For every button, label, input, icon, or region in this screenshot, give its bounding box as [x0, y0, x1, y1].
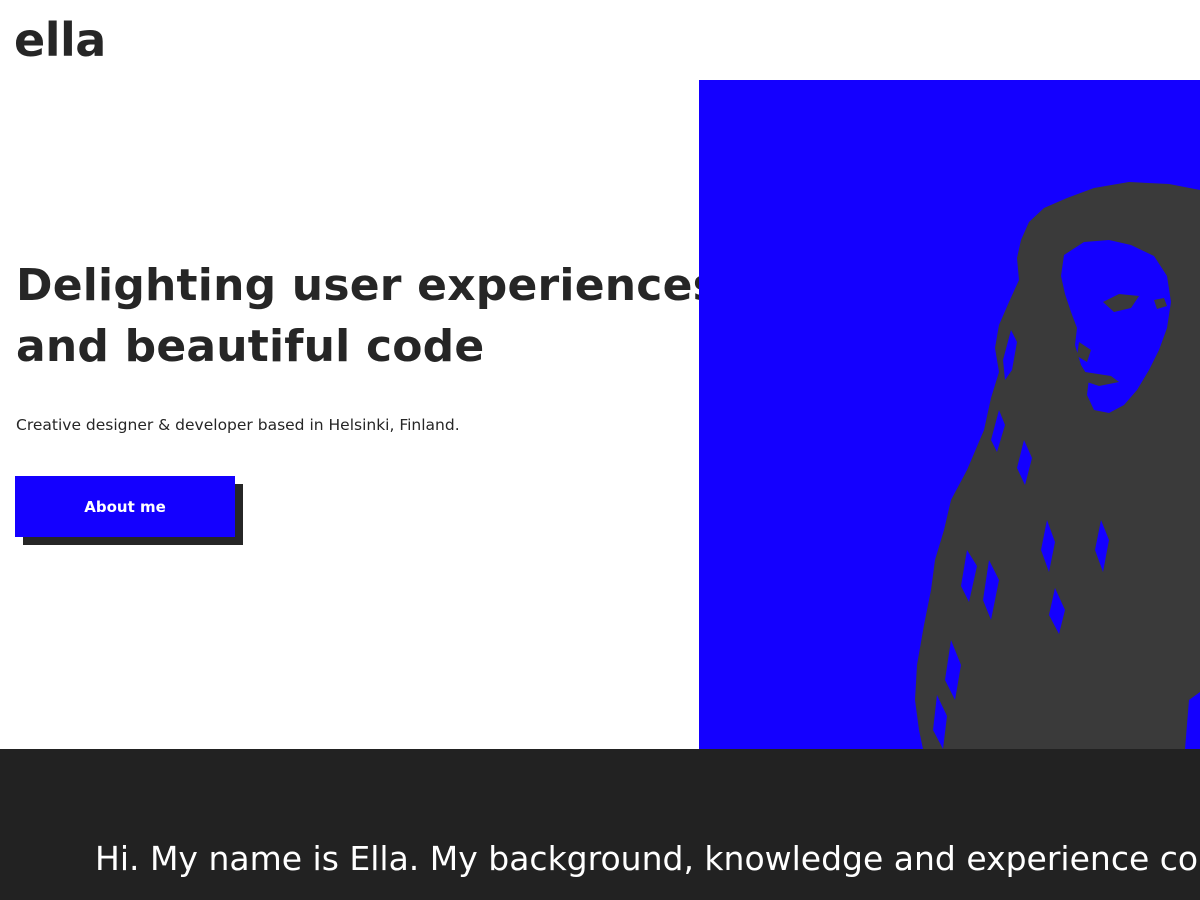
- hero-title-line-2: and beautiful code: [16, 321, 485, 372]
- portrait-silhouette: [915, 182, 1200, 749]
- intro-section: Hi. My name is Ella. My background, know…: [0, 749, 1200, 900]
- intro-text: Hi. My name is Ella. My background, know…: [95, 839, 1200, 878]
- about-me-button[interactable]: About me: [15, 476, 235, 537]
- landing-page: ella Delighting user experiences and bea…: [0, 0, 1200, 900]
- about-me-button-wrapper: About me: [15, 476, 243, 546]
- hero-subtitle: Creative designer & developer based in H…: [16, 416, 460, 434]
- site-logo[interactable]: ella: [14, 12, 106, 68]
- hero-text-block: Delighting user experiences and beautifu…: [16, 255, 719, 434]
- hero-title: Delighting user experiences and beautifu…: [16, 255, 719, 377]
- portrait-image: [699, 80, 1200, 749]
- hero-title-line-1: Delighting user experiences: [16, 260, 719, 311]
